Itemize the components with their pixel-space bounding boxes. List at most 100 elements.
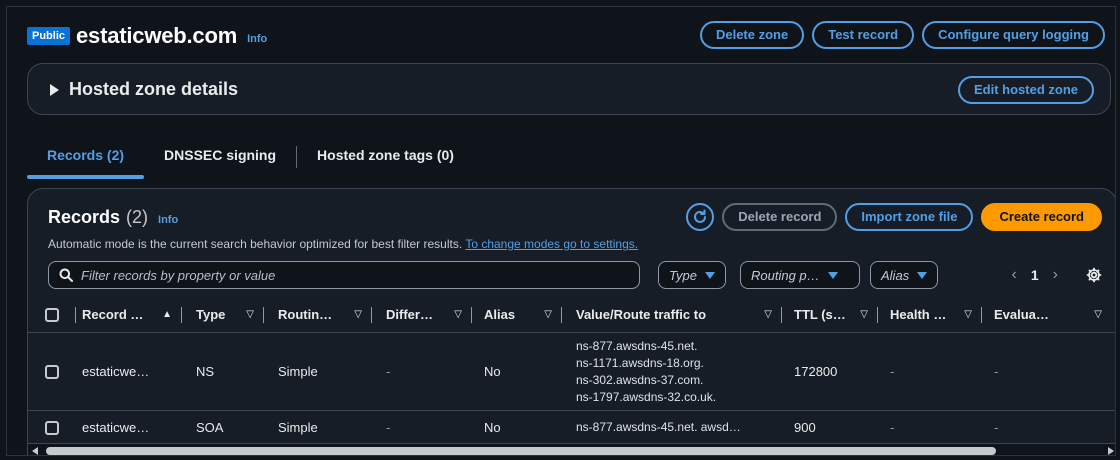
col-label: Evalua… xyxy=(994,307,1049,322)
differentiator-cell: - xyxy=(386,420,391,435)
caret-down-icon xyxy=(827,271,838,279)
col-label: Alias xyxy=(484,307,516,322)
tab-hosted-zone-tags[interactable]: Hosted zone tags (0) xyxy=(297,137,474,173)
pagination: ‹ 1 › xyxy=(1012,261,1102,289)
scrollbar-thumb[interactable] xyxy=(46,447,996,455)
test-record-button[interactable]: Test record xyxy=(812,21,915,49)
records-table: Record … ▲ Type ▽ Routin… ▽ Differ… ▽ Al… xyxy=(28,297,1115,445)
type-cell: SOA xyxy=(196,420,224,435)
sort-icon: ▽ xyxy=(860,309,868,320)
value-line: ns-877.awsdns-45.net. awsd… xyxy=(576,420,741,434)
routing-filter-select[interactable]: Routing p… xyxy=(740,261,860,289)
table-settings-button[interactable] xyxy=(1086,267,1102,283)
col-value[interactable]: Value/Route traffic to ▽ xyxy=(562,297,782,333)
value-line: ns-877.awsdns-45.net. xyxy=(576,338,698,353)
health-check-cell: - xyxy=(890,420,895,435)
row-checkbox[interactable] xyxy=(45,420,59,435)
records-heading: Records (2) Info xyxy=(48,207,178,228)
next-page-icon[interactable]: › xyxy=(1053,266,1058,284)
refresh-icon xyxy=(694,209,707,223)
sort-ascending-icon: ▲ xyxy=(162,309,172,320)
col-alias[interactable]: Alias ▽ xyxy=(472,297,562,333)
records-panel: Records (2) Info Delete record Import zo… xyxy=(27,188,1115,455)
hosted-zone-details-toggle[interactable]: Hosted zone details xyxy=(50,79,238,100)
sort-icon: ▽ xyxy=(544,309,552,320)
ttl-cell: 172800 xyxy=(794,364,838,379)
sort-icon: ▽ xyxy=(354,309,362,320)
sort-icon: ▽ xyxy=(454,309,462,320)
alias-cell: No xyxy=(484,420,501,435)
col-label: Value/Route traffic to xyxy=(576,307,707,322)
public-badge: Public xyxy=(27,27,71,45)
header-info-link[interactable]: Info xyxy=(247,33,267,45)
col-ttl[interactable]: TTL (s… ▽ xyxy=(782,297,878,333)
alias-filter-select[interactable]: Alias xyxy=(870,261,939,289)
table-header: Record … ▲ Type ▽ Routin… ▽ Differ… ▽ Al… xyxy=(28,297,1115,333)
select-all-checkbox[interactable] xyxy=(45,307,59,322)
tab-records[interactable]: Records (2) xyxy=(27,137,145,179)
hosted-zone-details-panel: Hosted zone details Edit hosted zone xyxy=(27,63,1111,115)
delete-zone-button[interactable]: Delete zone xyxy=(699,21,805,49)
value-line: ns-1171.awsdns-18.org. xyxy=(576,355,704,370)
gear-icon xyxy=(1086,267,1102,283)
routing-cell: Simple xyxy=(278,364,318,379)
current-page[interactable]: 1 xyxy=(1031,267,1039,283)
filter-row: Type Routing p… Alias ‹ 1 › xyxy=(48,261,1102,289)
value-line: ns-302.awsdns-37.com. xyxy=(576,372,704,387)
routing-cell: Simple xyxy=(278,420,318,435)
search-mode-text: Automatic mode is the current search beh… xyxy=(48,237,463,251)
value-cell: ns-877.awsdns-45.net. ns-1171.awsdns-18.… xyxy=(562,338,782,406)
page-title: estaticweb.com xyxy=(76,23,238,48)
col-label: Routin… xyxy=(278,307,333,322)
record-name-cell[interactable]: estaticwe… xyxy=(76,420,182,435)
configure-query-logging-button[interactable]: Configure query logging xyxy=(922,21,1105,49)
search-icon xyxy=(59,268,73,282)
type-filter-label: Type xyxy=(669,267,697,283)
alias-cell: No xyxy=(484,364,501,379)
tab-dnssec-signing[interactable]: DNSSEC signing xyxy=(144,137,296,173)
col-label: Differ… xyxy=(386,307,433,322)
table-row[interactable]: estaticwe… SOA Simple - No ns-877.awsdns… xyxy=(28,411,1115,445)
col-routing-policy[interactable]: Routin… ▽ xyxy=(264,297,372,333)
sort-icon: ▽ xyxy=(764,309,772,320)
caret-down-icon xyxy=(917,271,928,279)
search-input[interactable] xyxy=(81,267,621,283)
ttl-cell: 900 xyxy=(794,420,816,435)
select-all-cell xyxy=(28,297,76,333)
previous-page-icon[interactable]: ‹ xyxy=(1012,266,1017,284)
records-title: Records xyxy=(48,207,121,227)
table-row[interactable]: estaticwe… NS Simple - No ns-877.awsdns-… xyxy=(28,333,1115,411)
horizontal-scrollbar[interactable] xyxy=(28,443,1115,455)
create-record-button[interactable]: Create record xyxy=(981,203,1102,231)
col-record-name[interactable]: Record … ▲ xyxy=(76,297,182,333)
row-select-cell xyxy=(28,420,76,435)
refresh-button[interactable] xyxy=(686,203,715,231)
row-checkbox[interactable] xyxy=(45,364,59,379)
sort-icon: ▽ xyxy=(246,309,254,320)
search-box[interactable] xyxy=(48,261,640,289)
records-actions: Delete record Import zone file Create re… xyxy=(686,203,1102,231)
col-health-check[interactable]: Health … ▽ xyxy=(878,297,982,333)
col-evaluate-health[interactable]: Evalua… ▽ xyxy=(982,297,1112,333)
delete-record-button[interactable]: Delete record xyxy=(722,203,838,231)
settings-link[interactable]: To change modes go to settings. xyxy=(465,237,638,251)
record-name-cell[interactable]: estaticwe… xyxy=(76,364,182,379)
edit-hosted-zone-button[interactable]: Edit hosted zone xyxy=(958,76,1094,104)
hosted-zone-page: Public estaticweb.com Info Delete zone T… xyxy=(6,6,1116,456)
col-label: Type xyxy=(196,307,226,322)
col-label: TTL (s… xyxy=(794,307,846,322)
scroll-right-icon[interactable] xyxy=(1108,447,1114,455)
import-zone-file-button[interactable]: Import zone file xyxy=(845,203,974,231)
evaluate-health-cell: - xyxy=(994,364,999,379)
search-mode-description: Automatic mode is the current search beh… xyxy=(48,237,638,251)
scroll-left-icon[interactable] xyxy=(32,447,38,455)
sort-icon: ▽ xyxy=(1094,309,1102,320)
records-info-link[interactable]: Info xyxy=(158,214,178,226)
zone-tabs: Records (2) DNSSEC signing Hosted zone t… xyxy=(27,137,474,179)
type-filter-select[interactable]: Type xyxy=(658,261,726,289)
col-differentiator[interactable]: Differ… ▽ xyxy=(372,297,472,333)
row-select-cell xyxy=(28,364,76,379)
routing-filter-label: Routing p… xyxy=(751,267,820,283)
col-type[interactable]: Type ▽ xyxy=(182,297,264,333)
header-actions: Delete zone Test record Configure query … xyxy=(699,21,1105,49)
